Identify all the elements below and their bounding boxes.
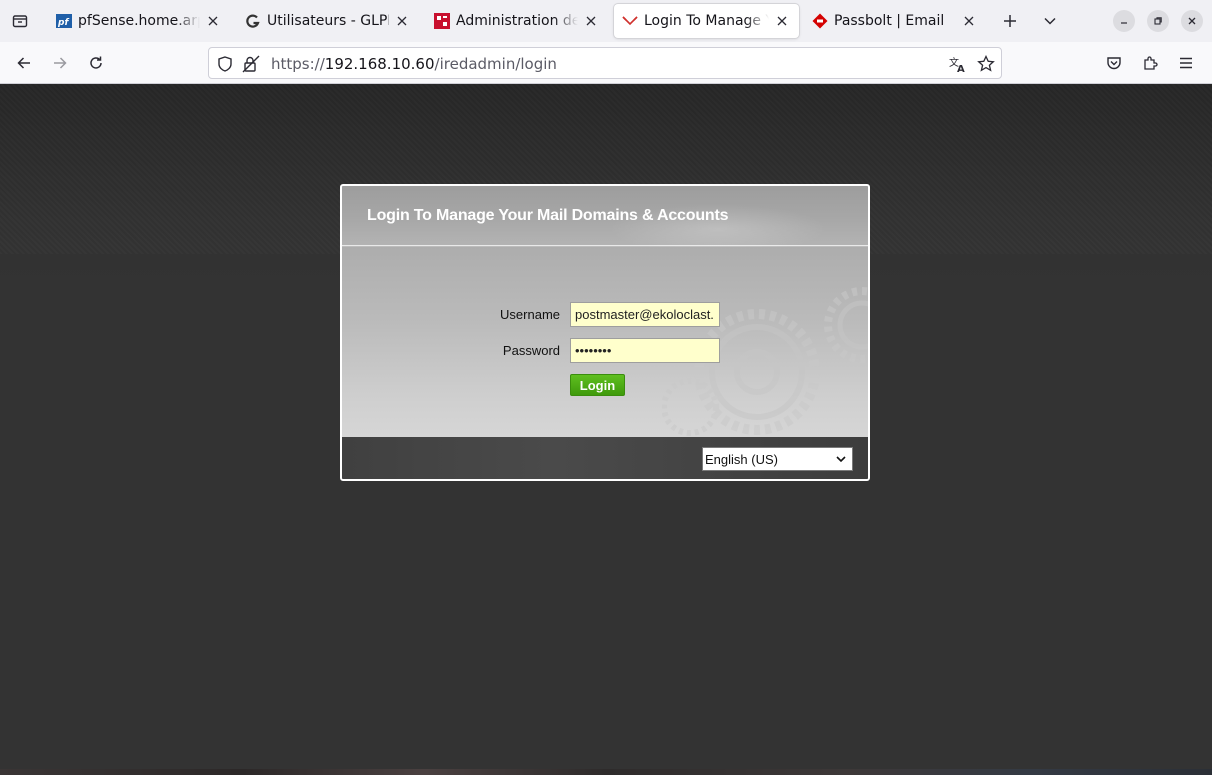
language-select[interactable]: English (US) bbox=[702, 447, 853, 471]
tab-list-icon bbox=[12, 15, 28, 28]
page-content: Login To Manage Your Mail Domains & Acco… bbox=[0, 84, 1212, 775]
login-footer: English (US) bbox=[342, 437, 868, 479]
url-host: 192.168.10.60 bbox=[324, 55, 435, 73]
lock-warning-icon[interactable] bbox=[242, 55, 260, 73]
back-button[interactable] bbox=[12, 51, 36, 75]
list-all-tabs-button[interactable] bbox=[1038, 9, 1062, 33]
login-title: Login To Manage Your Mail Domains & Acco… bbox=[367, 207, 729, 224]
glpi-icon bbox=[245, 13, 261, 29]
tab-list-button[interactable] bbox=[8, 9, 32, 33]
username-label: Username bbox=[500, 307, 560, 322]
login-button[interactable]: Login bbox=[570, 374, 625, 396]
shield-icon[interactable] bbox=[216, 55, 234, 73]
close-icon bbox=[1188, 17, 1196, 25]
restore-button[interactable] bbox=[1147, 10, 1169, 32]
tab-iredadmin-login[interactable]: Login To Manage Yo bbox=[614, 4, 799, 38]
tab-strip: pf pfSense.home.arpa Utilisateurs - GLPI… bbox=[0, 0, 1212, 42]
reload-icon bbox=[90, 56, 102, 69]
close-tab-icon[interactable] bbox=[393, 12, 411, 30]
navigation-toolbar: https://192.168.10.60/iredadmin/login 文A bbox=[0, 42, 1212, 84]
pfsense-icon: pf bbox=[56, 13, 72, 29]
username-input[interactable]: postmaster@ekoloclast. bbox=[570, 302, 720, 327]
tab-title: Utilisateurs - GLPI bbox=[267, 13, 389, 29]
close-tab-icon[interactable] bbox=[582, 12, 600, 30]
close-tab-icon[interactable] bbox=[773, 12, 791, 30]
password-mask: •••••••• bbox=[575, 343, 612, 358]
chevron-down-icon bbox=[1044, 17, 1056, 25]
plus-icon bbox=[1004, 15, 1016, 27]
login-header: Login To Manage Your Mail Domains & Acco… bbox=[342, 186, 868, 254]
chevron-down-icon bbox=[836, 456, 846, 463]
forward-button[interactable] bbox=[48, 51, 72, 75]
tab-title: Passbolt | Email bbox=[834, 13, 945, 29]
password-label: Password bbox=[502, 343, 560, 358]
svg-text:A: A bbox=[957, 64, 965, 73]
arrow-left-icon bbox=[17, 57, 30, 69]
url-path: /iredadmin/login bbox=[434, 55, 557, 73]
login-form: Username postmaster@ekoloclast. Password… bbox=[342, 247, 868, 437]
extensions-button[interactable] bbox=[1138, 51, 1162, 75]
admin-icon bbox=[434, 13, 450, 29]
puzzle-icon bbox=[1144, 56, 1158, 70]
minimize-icon bbox=[1121, 22, 1127, 24]
close-window-button[interactable] bbox=[1181, 10, 1203, 32]
restore-icon bbox=[1154, 17, 1162, 25]
url-text[interactable]: https://192.168.10.60/iredadmin/login bbox=[271, 55, 557, 73]
iredmail-icon bbox=[622, 13, 638, 29]
hamburger-menu-icon bbox=[1180, 57, 1192, 69]
passbolt-icon bbox=[812, 13, 828, 29]
pocket-button[interactable] bbox=[1102, 51, 1126, 75]
tab-passbolt[interactable]: Passbolt | Email bbox=[804, 4, 986, 38]
url-scheme: https:// bbox=[271, 55, 325, 73]
close-tab-icon[interactable] bbox=[960, 12, 978, 30]
tab-glpi[interactable]: Utilisateurs - GLPI bbox=[237, 4, 419, 38]
desktop-edge bbox=[0, 769, 1212, 775]
translate-icon[interactable]: 文A bbox=[949, 55, 967, 73]
menu-button[interactable] bbox=[1174, 51, 1198, 75]
language-selected: English (US) bbox=[705, 452, 778, 467]
pocket-icon bbox=[1107, 57, 1121, 70]
bookmark-star-icon[interactable] bbox=[977, 55, 995, 73]
minimize-button[interactable] bbox=[1113, 10, 1135, 32]
tab-administration[interactable]: Administration de s bbox=[426, 4, 608, 38]
close-tab-icon[interactable] bbox=[204, 12, 222, 30]
password-input[interactable]: •••••••• bbox=[570, 338, 720, 363]
svg-text:pf: pf bbox=[57, 18, 69, 28]
reload-button[interactable] bbox=[84, 51, 108, 75]
new-tab-button[interactable] bbox=[998, 9, 1022, 33]
url-bar[interactable]: https://192.168.10.60/iredadmin/login 文A bbox=[208, 47, 1002, 79]
login-panel: Login To Manage Your Mail Domains & Acco… bbox=[340, 184, 870, 481]
arrow-right-icon bbox=[54, 57, 67, 69]
tab-pfsense[interactable]: pf pfSense.home.arpa bbox=[48, 4, 230, 38]
